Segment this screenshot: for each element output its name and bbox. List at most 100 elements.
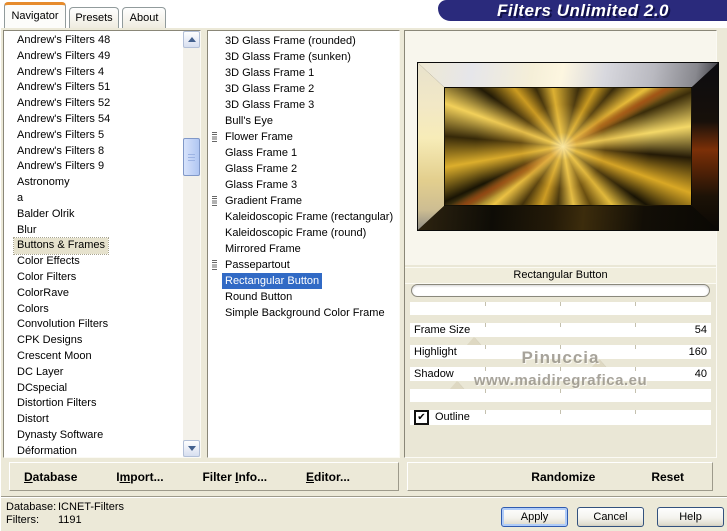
database-button[interactable]: Database xyxy=(24,470,77,484)
preview-frame-bevel-left xyxy=(418,63,444,230)
arrow-down-icon xyxy=(187,446,196,451)
filter-item[interactable]: Kaleidoscopic Frame (round) xyxy=(208,225,399,241)
check-icon xyxy=(417,410,425,425)
category-item[interactable]: Color Filters xyxy=(4,270,200,286)
slider-label: Frame Size xyxy=(414,324,471,336)
slider-spacer-row xyxy=(410,389,711,402)
outline-row[interactable]: Outline xyxy=(410,410,711,425)
help-button[interactable]: Help xyxy=(657,507,724,527)
category-item[interactable]: Dynasty Software xyxy=(4,428,200,444)
category-item[interactable]: Crescent Moon xyxy=(4,349,200,365)
editor-button[interactable]: Editor... xyxy=(306,470,350,484)
import-button[interactable]: Import... xyxy=(116,470,163,484)
category-list-scrollbar[interactable] xyxy=(183,31,200,457)
category-item[interactable]: Colors xyxy=(4,302,200,318)
category-item[interactable]: Andrew's Filters 5 xyxy=(4,128,200,144)
slider-value: 40 xyxy=(694,368,707,380)
cancel-button[interactable]: Cancel xyxy=(577,507,644,527)
tab-about[interactable]: About xyxy=(122,7,166,28)
category-item[interactable]: Andrew's Filters 49 xyxy=(4,49,200,65)
randomize-button[interactable]: Randomize xyxy=(531,470,595,484)
apply-button[interactable]: Apply xyxy=(501,507,568,527)
category-list[interactable]: Andrew's Filters 48 Andrew's Filters 49 An… xyxy=(3,30,201,458)
filter-item[interactable]: 3D Glass Frame 1 xyxy=(208,65,399,81)
category-item[interactable]: Andrew's Filters 54 xyxy=(4,112,200,128)
category-item[interactable]: Déformation xyxy=(4,444,200,457)
category-item[interactable]: Buttons & Frames xyxy=(4,237,200,256)
filter-item[interactable]: Mirrored Frame xyxy=(208,241,399,257)
filter-item[interactable]: Rectangular Button xyxy=(208,273,399,289)
database-value: ICNET-Filters xyxy=(58,501,124,513)
slider-shadow[interactable]: Shadow 40 xyxy=(410,367,711,390)
app-title: Filters Unlimited 2.0 xyxy=(496,0,670,20)
filter-item[interactable]: Bull's Eye xyxy=(208,113,399,129)
filter-list[interactable]: 3D Glass Frame (rounded) 3D Glass Frame (… xyxy=(207,30,400,458)
category-item[interactable]: a xyxy=(4,191,200,207)
tab-navigator-label: Navigator xyxy=(11,10,59,22)
filter-item[interactable]: Glass Frame 2 xyxy=(208,161,399,177)
progress-bar xyxy=(411,284,710,297)
stacked-lines-icon xyxy=(212,132,217,143)
preview-frame-bevel-right xyxy=(692,63,718,230)
filter-item[interactable]: 3D Glass Frame 3 xyxy=(208,97,399,113)
slider-spacer-row xyxy=(410,302,711,315)
filter-item[interactable]: Glass Frame 3 xyxy=(208,177,399,193)
scrollbar-thumb[interactable] xyxy=(183,138,200,176)
app-title-banner: Filters Unlimited 2.0 xyxy=(438,0,727,21)
filter-item[interactable]: Flower Frame xyxy=(208,129,399,145)
stacked-lines-icon xyxy=(212,196,217,207)
category-item[interactable]: Convolution Filters xyxy=(4,317,200,333)
category-item[interactable]: DCspecial xyxy=(4,381,200,397)
category-item[interactable]: Andrew's Filters 51 xyxy=(4,80,200,96)
slider-label: Shadow xyxy=(414,368,454,380)
scroll-up-button[interactable] xyxy=(183,31,200,48)
filter-item[interactable]: Simple Background Color Frame xyxy=(208,305,399,321)
slider-frame-size[interactable]: Frame Size 54 xyxy=(410,323,711,346)
tab-presets-label: Presets xyxy=(75,12,113,24)
tab-navigator[interactable]: Navigator xyxy=(4,2,66,28)
category-item[interactable]: ColorRave xyxy=(4,286,200,302)
filter-item[interactable]: 3D Glass Frame (rounded) xyxy=(208,33,399,49)
filters-unlimited-window: Navigator Presets About Filters Unlimite… xyxy=(0,0,727,531)
outline-checkbox[interactable] xyxy=(414,410,429,425)
category-item[interactable]: Andrew's Filters 9 xyxy=(4,159,200,175)
tab-strip: Navigator Presets About Filters Unlimite… xyxy=(1,0,727,28)
filter-item[interactable]: 3D Glass Frame 2 xyxy=(208,81,399,97)
reset-button[interactable]: Reset xyxy=(651,470,684,484)
preview-section xyxy=(405,31,719,265)
category-item[interactable]: CPK Designs xyxy=(4,333,200,349)
category-item[interactable]: Blur xyxy=(4,223,200,239)
category-item[interactable]: Color Effects xyxy=(4,254,200,270)
preview-image xyxy=(417,62,719,231)
filter-item[interactable]: Gradient Frame xyxy=(208,193,399,209)
slider-value: 160 xyxy=(688,346,707,358)
category-item[interactable]: Andrew's Filters 48 xyxy=(4,33,200,49)
category-item[interactable]: Astronomy xyxy=(4,175,200,191)
filter-item[interactable]: Glass Frame 1 xyxy=(208,145,399,161)
tab-about-label: About xyxy=(129,12,159,24)
slider-highlight[interactable]: Highlight 160 xyxy=(410,345,711,368)
filter-item[interactable]: Round Button xyxy=(208,289,399,305)
toolbar: Database Import... Filter Info... Editor… xyxy=(9,462,399,491)
filters-count-value: 1191 xyxy=(58,514,82,526)
preview-panel: Rectangular Button Frame Size 54 Highlight… xyxy=(404,30,719,458)
scroll-down-button[interactable] xyxy=(183,440,200,457)
category-item[interactable]: Distort xyxy=(4,412,200,428)
scrollbar-grip-icon xyxy=(188,153,195,161)
tab-presets[interactable]: Presets xyxy=(69,7,119,28)
category-item[interactable]: Distortion Filters xyxy=(4,396,200,412)
randomize-bar: Randomize Reset xyxy=(407,462,713,491)
filter-item[interactable]: Passepartout xyxy=(208,257,399,273)
arrow-up-icon xyxy=(187,37,196,42)
filter-item[interactable]: 3D Glass Frame (sunken) xyxy=(208,49,399,65)
status-divider xyxy=(1,496,727,498)
slider-label: Highlight xyxy=(414,346,457,358)
filter-item[interactable]: Kaleidoscopic Frame (rectangular) xyxy=(208,209,399,225)
category-item[interactable]: Andrew's Filters 52 xyxy=(4,96,200,112)
category-item[interactable]: Andrew's Filters 8 xyxy=(4,144,200,160)
slider-value: 54 xyxy=(694,324,707,336)
category-item[interactable]: Balder Olrik xyxy=(4,207,200,223)
category-item[interactable]: DC Layer xyxy=(4,365,200,381)
filter-info-button[interactable]: Filter Info... xyxy=(202,470,267,484)
category-item[interactable]: Andrew's Filters 4 xyxy=(4,65,200,81)
